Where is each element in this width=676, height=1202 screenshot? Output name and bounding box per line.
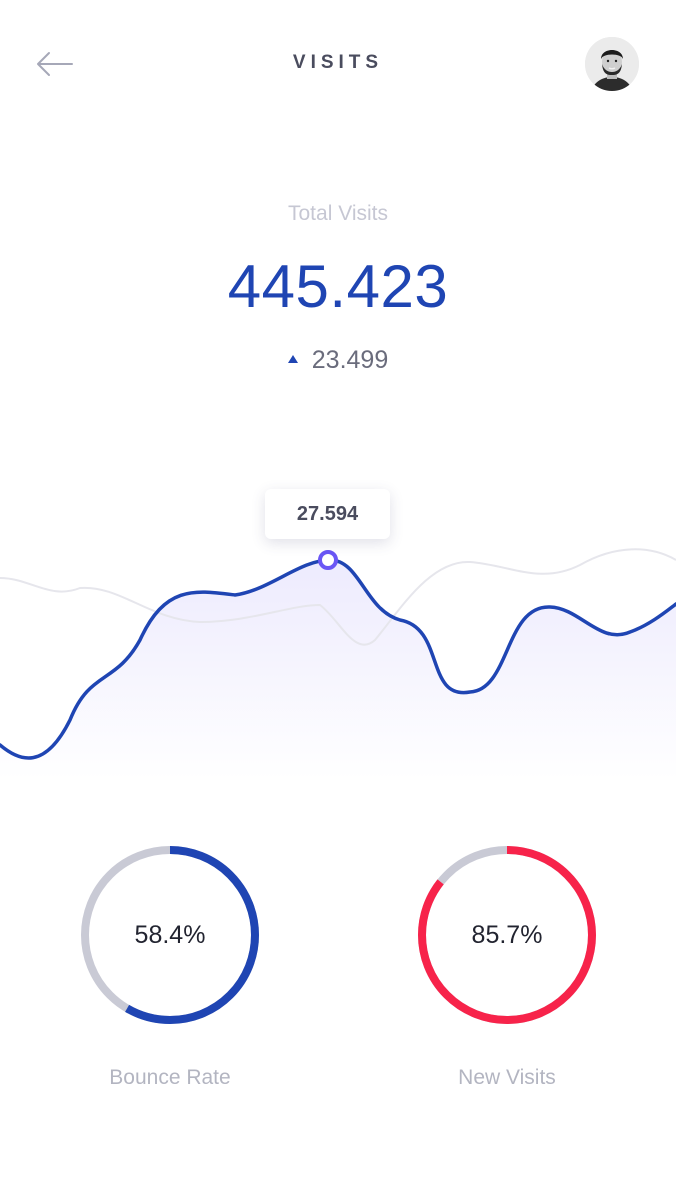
chart-area	[0, 560, 676, 780]
visits-delta: 23.499	[0, 346, 676, 375]
chart-highlight-point[interactable]	[318, 550, 338, 570]
bounce-rate-value: 58.4%	[134, 921, 206, 949]
bounce-rate-label: Bounce Rate	[109, 1066, 231, 1089]
page-title: VISITS	[292, 52, 384, 73]
bounce-rate-ring[interactable]: 58.4%	[75, 840, 265, 1030]
total-visits-label: Total Visits	[288, 202, 388, 225]
new-visits-value: 85.7%	[471, 921, 543, 949]
total-visits-value: 445.423	[227, 253, 449, 320]
user-photo	[585, 37, 639, 91]
avatar[interactable]	[585, 37, 639, 91]
visits-screen: VISITS Total Visits 445.423 23.499 27.59…	[0, 0, 676, 1202]
triangle-up-icon	[287, 355, 298, 363]
new-visits-ring[interactable]: 85.7%	[412, 840, 602, 1030]
new-visits-label: New Visits	[458, 1066, 556, 1089]
chart-tooltip: 27.594	[265, 489, 390, 539]
visits-delta-value: 23.499	[311, 346, 389, 374]
